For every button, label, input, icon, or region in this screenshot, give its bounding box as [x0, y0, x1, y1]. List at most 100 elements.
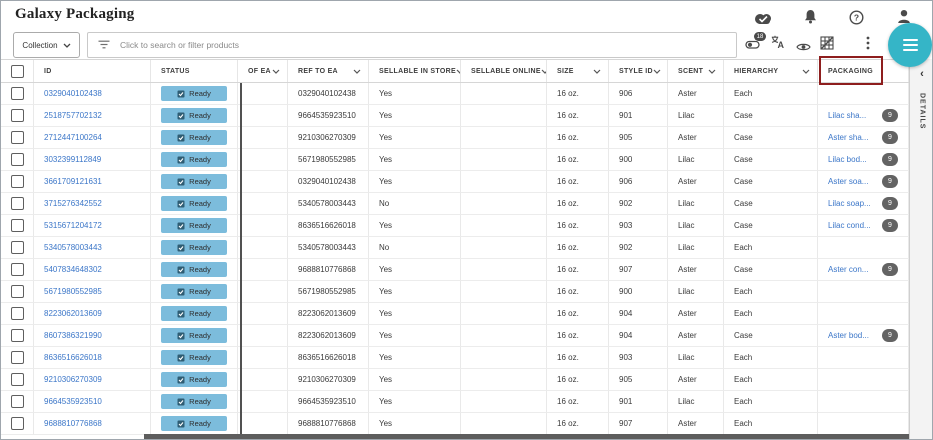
chevron-down-icon[interactable] [272, 69, 280, 74]
hierarchy-cell: Case [724, 193, 818, 215]
chevron-down-icon[interactable] [653, 69, 661, 74]
product-id-link[interactable]: 3032399112849 [44, 155, 101, 164]
status-cell: Ready [151, 237, 238, 259]
cloud-sync-icon[interactable] [752, 11, 774, 31]
chevron-down-icon[interactable] [802, 69, 810, 74]
column-header-sellable-online[interactable]: SELLABLE ONLINE [461, 60, 547, 82]
packaging-link[interactable]: Aster bod... [828, 331, 869, 340]
more-vertical-icon[interactable] [866, 36, 870, 55]
row-checkbox[interactable] [11, 109, 24, 122]
of-ea-cell [238, 149, 288, 171]
column-header-size[interactable]: SIZE [547, 60, 609, 82]
select-all-checkbox[interactable] [11, 65, 24, 78]
row-checkbox[interactable] [11, 175, 24, 188]
scent-cell: Lilac [668, 281, 724, 303]
column-header-hierarchy[interactable]: HIERARCHY [724, 60, 818, 82]
packaging-link[interactable]: Aster soa... [828, 177, 868, 186]
product-id-link[interactable]: 8636516626018 [44, 353, 102, 362]
row-checkbox[interactable] [11, 87, 24, 100]
column-header-of-ea[interactable]: OF EA [238, 60, 288, 82]
notifications-bell-icon[interactable] [804, 9, 817, 29]
collection-dropdown[interactable]: Collection [13, 32, 80, 58]
sellable-in-store-cell: Yes [369, 413, 461, 435]
row-checkbox[interactable] [11, 351, 24, 364]
product-id-cell: 2712447100264 [34, 127, 151, 149]
packaging-link[interactable]: Lilac sha... [828, 111, 866, 120]
product-id-link[interactable]: 2712447100264 [44, 133, 102, 142]
row-checkbox[interactable] [11, 197, 24, 210]
packaging-cell [818, 413, 909, 435]
product-id-link[interactable]: 8223062013609 [44, 309, 102, 318]
product-id-link[interactable]: 9664535923510 [44, 397, 102, 406]
column-header-sellable-in-store[interactable]: SELLABLE IN STORE [369, 60, 461, 82]
status-label: Ready [189, 309, 211, 318]
linked-items-icon[interactable]: 18 [745, 37, 762, 55]
of-ea-cell [238, 171, 288, 193]
packaging-link[interactable]: Aster sha... [828, 133, 868, 142]
of-ea-cell [238, 127, 288, 149]
row-select-cell [1, 193, 34, 215]
ref-to-ea-cell: 9664535923510 [288, 391, 369, 413]
scent-cell: Aster [668, 127, 724, 149]
sellable-online-cell [461, 237, 547, 259]
horizontal-scrollbar[interactable] [144, 434, 909, 439]
status-badge: Ready [161, 394, 227, 409]
column-header-style-id[interactable]: STYLE ID [609, 60, 668, 82]
column-header-scent[interactable]: SCENT [668, 60, 724, 82]
chevron-down-icon[interactable] [593, 69, 601, 74]
packaging-link[interactable]: Lilac cond... [828, 221, 871, 230]
product-id-link[interactable]: 5340578003443 [44, 243, 102, 252]
status-label: Ready [189, 155, 211, 164]
packaging-link[interactable]: Lilac soap... [828, 199, 871, 208]
column-header-label: ID [44, 68, 52, 75]
search-input[interactable]: Click to search or filter products [87, 32, 737, 58]
grid-off-icon[interactable] [820, 36, 834, 55]
help-icon[interactable]: ? [849, 10, 864, 30]
row-select-cell [1, 105, 34, 127]
row-checkbox[interactable] [11, 417, 24, 430]
row-checkbox[interactable] [11, 153, 24, 166]
row-checkbox[interactable] [11, 285, 24, 298]
row-checkbox[interactable] [11, 263, 24, 276]
row-checkbox[interactable] [11, 131, 24, 144]
of-ea-cell [238, 259, 288, 281]
column-header-status[interactable]: STATUS [151, 60, 238, 82]
product-id-link[interactable]: 5315671204172 [44, 221, 102, 230]
sellable-online-cell [461, 303, 547, 325]
status-cell: Ready [151, 281, 238, 303]
row-checkbox[interactable] [11, 373, 24, 386]
chevron-down-icon[interactable] [353, 69, 361, 74]
product-id-link[interactable]: 9688810776868 [44, 419, 102, 428]
column-header-packaging[interactable]: PACKAGING [818, 60, 909, 82]
table-row: 9688810776868Ready9688810776868Yes16 oz.… [1, 413, 909, 435]
column-header-ref-to-ea[interactable]: REF TO EA [288, 60, 369, 82]
row-checkbox[interactable] [11, 219, 24, 232]
product-id-link[interactable]: 8607386321990 [44, 331, 102, 340]
product-id-link[interactable]: 2518757702132 [44, 111, 102, 120]
product-id-link[interactable]: 9210306270309 [44, 375, 102, 384]
chevron-down-icon[interactable] [708, 69, 716, 74]
visibility-icon[interactable] [796, 39, 811, 57]
status-cell: Ready [151, 83, 238, 105]
hierarchy-cell: Case [724, 171, 818, 193]
table-row: 5340578003443Ready5340578003443No16 oz.9… [1, 237, 909, 259]
product-id-link[interactable]: 3661709121631 [44, 177, 102, 186]
packaging-link[interactable]: Lilac bod... [828, 155, 867, 164]
row-checkbox[interactable] [11, 329, 24, 342]
row-checkbox[interactable] [11, 307, 24, 320]
packaging-count-badge: 9 [882, 109, 898, 122]
size-cell: 16 oz. [547, 105, 609, 127]
row-checkbox[interactable] [11, 395, 24, 408]
product-id-link[interactable]: 3715276342552 [44, 199, 102, 208]
row-select-cell [1, 347, 34, 369]
column-header-id[interactable]: ID [34, 60, 151, 82]
translate-icon[interactable]: A [771, 35, 785, 54]
row-checkbox[interactable] [11, 241, 24, 254]
details-panel-tab[interactable]: ‹ DETAILS [909, 59, 933, 440]
product-id-link[interactable]: 0329040102438 [44, 89, 102, 98]
product-id-link[interactable]: 5671980552985 [44, 287, 102, 296]
menu-fab-button[interactable] [888, 23, 932, 67]
product-id-link[interactable]: 5407834648302 [44, 265, 102, 274]
packaging-link[interactable]: Aster con... [828, 265, 868, 274]
status-cell: Ready [151, 105, 238, 127]
